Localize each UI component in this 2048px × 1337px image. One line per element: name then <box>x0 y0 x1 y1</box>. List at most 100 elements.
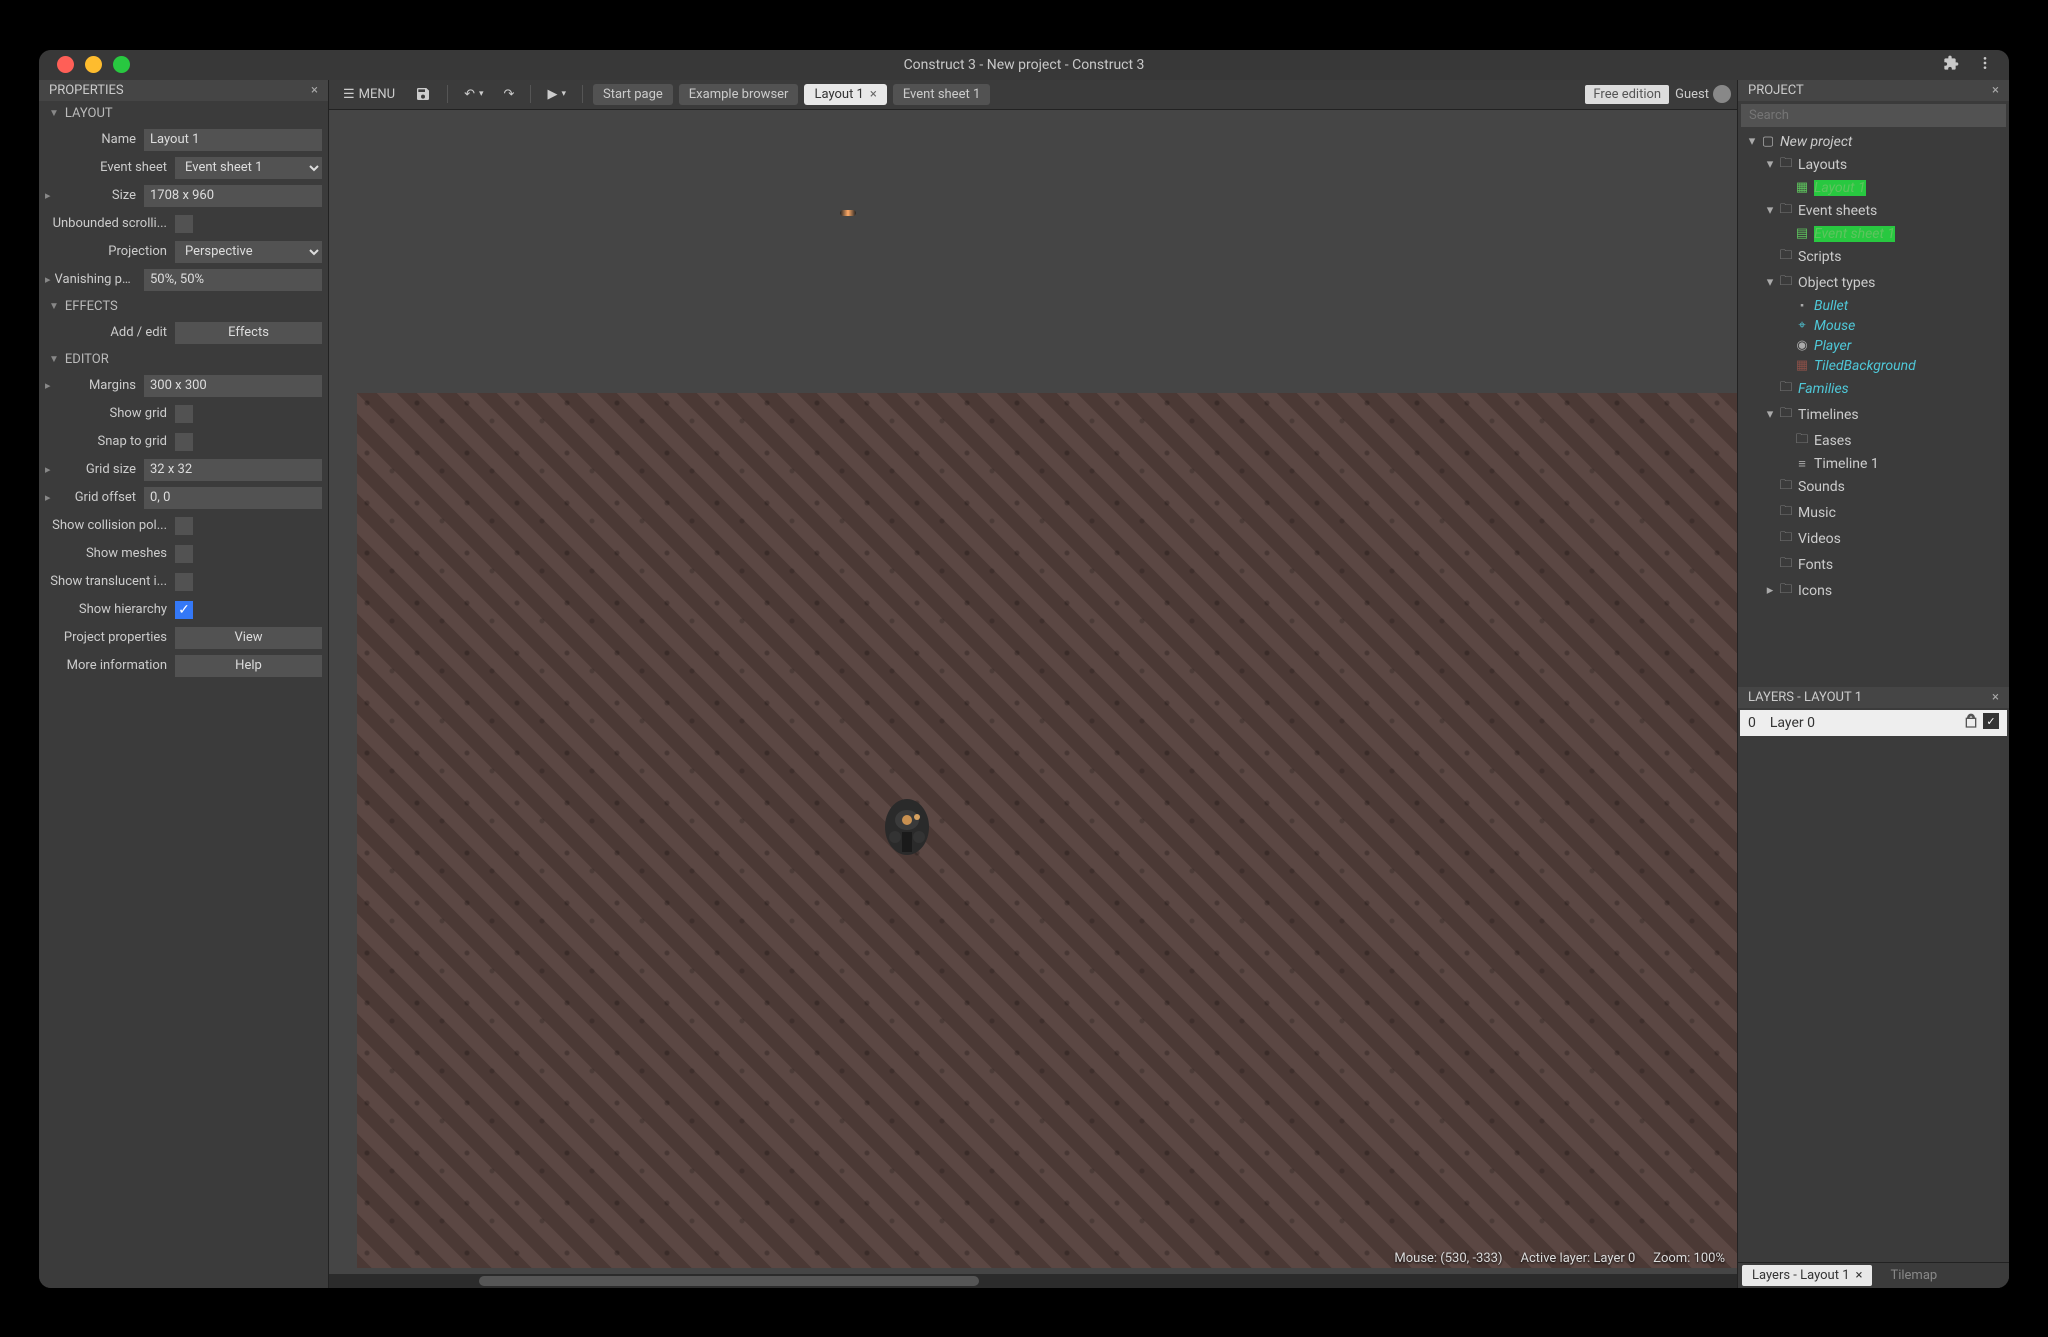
menu-button[interactable]: ☰ MENU <box>335 84 403 105</box>
layer-lock-icon[interactable] <box>1963 713 1979 733</box>
player-sprite[interactable] <box>877 792 937 862</box>
tree-player[interactable]: ◉Player <box>1738 336 2009 356</box>
tree-eases[interactable]: 🗀Eases <box>1738 428 2009 454</box>
close-layers-button[interactable]: × <box>1992 690 1999 705</box>
free-edition-badge[interactable]: Free edition <box>1585 85 1669 104</box>
bottom-tab-layers[interactable]: Layers - Layout 1× <box>1742 1265 1872 1286</box>
layer-visible-check[interactable]: ✓ <box>1983 713 1999 729</box>
layout-area[interactable] <box>357 393 1737 1268</box>
tree-objtypes[interactable]: ▾🗀Object types <box>1738 270 2009 296</box>
project-search-input[interactable] <box>1741 104 2006 127</box>
tree-tiledbg[interactable]: ▦TiledBackground <box>1738 356 2009 376</box>
close-properties-button[interactable]: × <box>311 83 318 98</box>
prop-translucent-check[interactable] <box>175 573 193 591</box>
prop-projprops-label: Project properties <box>45 630 175 645</box>
close-window-button[interactable] <box>57 56 74 73</box>
more-icon[interactable] <box>1977 55 1993 75</box>
properties-panel: PROPERTIES × ▼LAYOUT Name Event sheetEve… <box>39 80 329 1288</box>
status-bar: Mouse: (530, -333) Active layer: Layer 0… <box>1394 1251 1725 1266</box>
effects-button[interactable]: Effects <box>175 322 322 344</box>
titlebar: Construct 3 - New project - Construct 3 <box>39 50 2009 80</box>
status-active-layer: Active layer: Layer 0 <box>1521 1251 1636 1266</box>
view-button[interactable]: View <box>175 627 322 649</box>
prop-margins-input[interactable] <box>144 375 322 397</box>
section-layout[interactable]: LAYOUT <box>65 106 113 121</box>
tree-sounds[interactable]: 🗀Sounds <box>1738 474 2009 500</box>
prop-vanishing-input[interactable] <box>144 269 322 291</box>
layer-name: Layer 0 <box>1770 715 1815 731</box>
redo-button[interactable]: ↷ <box>496 84 523 105</box>
prop-hierarchy-label: Show hierarchy <box>45 602 175 617</box>
prop-name-input[interactable] <box>144 129 322 151</box>
prop-unbounded-check[interactable] <box>175 215 193 233</box>
prop-projection-label: Projection <box>45 244 175 259</box>
prop-moreinfo-label: More information <box>45 658 175 673</box>
prop-eventsheet-select[interactable]: Event sheet 1 <box>175 157 322 179</box>
window-title: Construct 3 - New project - Construct 3 <box>904 57 1145 73</box>
close-project-button[interactable]: × <box>1992 83 1999 98</box>
prop-snapgrid-label: Snap to grid <box>45 434 175 449</box>
tree-eventsheets[interactable]: ▾🗀Event sheets <box>1738 198 2009 224</box>
undo-button[interactable]: ↶▾ <box>456 84 491 105</box>
extension-icon[interactable] <box>1943 55 1959 75</box>
maximize-window-button[interactable] <box>113 56 130 73</box>
tree-mouse[interactable]: ⌖Mouse <box>1738 316 2009 336</box>
bullet-sprite[interactable] <box>840 210 856 216</box>
prop-gridsize-input[interactable] <box>144 459 322 481</box>
project-panel-title: PROJECT <box>1748 83 1804 98</box>
tab-event-sheet[interactable]: Event sheet 1 <box>893 84 990 105</box>
prop-collision-check[interactable] <box>175 517 193 535</box>
guest-account[interactable]: Guest <box>1675 85 1731 103</box>
tree-timelines[interactable]: ▾🗀Timelines <box>1738 402 2009 428</box>
tree-fonts[interactable]: 🗀Fonts <box>1738 552 2009 578</box>
horizontal-scrollbar[interactable] <box>329 1274 1737 1288</box>
tab-example-browser[interactable]: Example browser <box>679 84 799 105</box>
save-button[interactable] <box>407 83 439 105</box>
tree-videos[interactable]: 🗀Videos <box>1738 526 2009 552</box>
tree-scripts[interactable]: 🗀Scripts <box>1738 244 2009 270</box>
prop-unbounded-label: Unbounded scrolli... <box>45 216 175 231</box>
prop-showgrid-check[interactable] <box>175 405 193 423</box>
tree-layouts[interactable]: ▾🗀Layouts <box>1738 152 2009 178</box>
properties-title: PROPERTIES <box>49 83 124 98</box>
toolbar: ☰ MENU ↶▾ ↷ ▶▾ Start page Example browse… <box>329 80 1737 110</box>
play-button[interactable]: ▶▾ <box>539 84 574 105</box>
section-editor[interactable]: EDITOR <box>65 352 109 367</box>
tree-timeline1[interactable]: ≡Timeline 1 <box>1738 454 2009 474</box>
tree-project[interactable]: ▾▢New project <box>1738 132 2009 152</box>
help-button[interactable]: Help <box>175 655 322 677</box>
prop-size-input[interactable] <box>144 185 322 207</box>
prop-showgrid-label: Show grid <box>45 406 175 421</box>
layout-canvas[interactable]: Mouse: (530, -333) Active layer: Layer 0… <box>329 110 1737 1288</box>
prop-hierarchy-check[interactable]: ✓ <box>175 601 193 619</box>
layer-row[interactable]: 0 Layer 0 ✓ <box>1740 710 2007 736</box>
close-tab-icon[interactable]: × <box>870 87 877 102</box>
close-icon[interactable]: × <box>1856 1268 1863 1283</box>
prop-margins-label: Margins <box>55 378 144 393</box>
tree-layout1[interactable]: ▦Layout 1 <box>1738 178 2009 198</box>
prop-gridoffset-input[interactable] <box>144 487 322 509</box>
tiled-background-sprite[interactable] <box>357 393 1737 1268</box>
project-tree: ▾▢New project ▾🗀Layouts ▦Layout 1 ▾🗀Even… <box>1738 130 2009 688</box>
prop-projection-select[interactable]: Perspective <box>175 241 322 263</box>
minimize-window-button[interactable] <box>85 56 102 73</box>
prop-meshes-check[interactable] <box>175 545 193 563</box>
tree-icons[interactable]: ▸🗀Icons <box>1738 578 2009 604</box>
prop-name-label: Name <box>45 132 144 147</box>
section-effects[interactable]: EFFECTS <box>65 299 118 314</box>
tree-music[interactable]: 🗀Music <box>1738 500 2009 526</box>
tree-bullet[interactable]: ⬝Bullet <box>1738 296 2009 316</box>
prop-gridsize-label: Grid size <box>55 462 144 477</box>
tree-families[interactable]: 🗀Families <box>1738 376 2009 402</box>
prop-meshes-label: Show meshes <box>45 546 175 561</box>
tab-start-page[interactable]: Start page <box>593 84 673 105</box>
prop-translucent-label: Show translucent i... <box>45 574 175 589</box>
prop-snapgrid-check[interactable] <box>175 433 193 451</box>
prop-eventsheet-label: Event sheet <box>45 160 175 175</box>
prop-vanishing-label: Vanishing point <box>55 272 144 287</box>
tree-eventsheet1[interactable]: ▤Event sheet 1 <box>1738 224 2009 244</box>
avatar-icon <box>1713 85 1731 103</box>
tab-layout[interactable]: Layout 1× <box>804 84 886 105</box>
layers-panel-title: LAYERS - LAYOUT 1 <box>1748 690 1862 705</box>
bottom-tab-tilemap[interactable]: Tilemap <box>1872 1265 1955 1286</box>
